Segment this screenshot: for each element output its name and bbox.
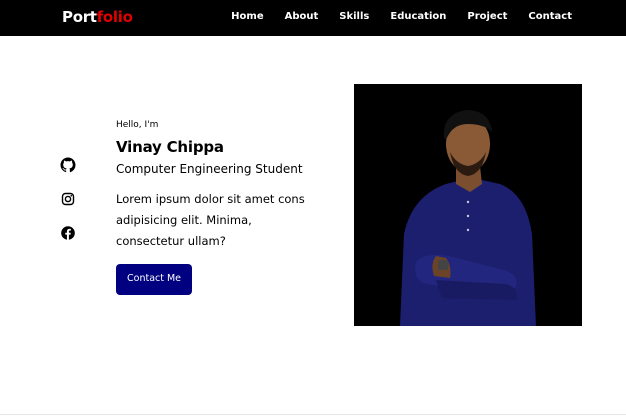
hero-intro: Hello, I'm Vinay Chippa Computer Enginee… <box>116 119 326 295</box>
contact-me-button[interactable]: Contact Me <box>116 264 193 295</box>
social-links <box>60 157 76 259</box>
nav-links: Home About Skills Education Project Cont… <box>210 10 572 24</box>
instagram-icon[interactable] <box>60 191 76 207</box>
logo-part-port: Port <box>62 8 97 26</box>
nav-contact-link[interactable]: Contact <box>528 10 572 24</box>
hero-name: Vinay Chippa <box>116 138 224 156</box>
github-icon[interactable] <box>60 157 76 173</box>
footer-divider <box>0 414 626 415</box>
logo-part-folio: folio <box>96 8 133 26</box>
logo[interactable]: Portfolio <box>62 7 133 27</box>
profile-photo-illustration <box>354 84 582 326</box>
nav-skills-link[interactable]: Skills <box>339 10 369 24</box>
nav-home-link[interactable]: Home <box>231 10 263 24</box>
nav-project-link[interactable]: Project <box>467 10 507 24</box>
hero-role: Computer Engineering Student <box>116 162 303 176</box>
facebook-icon[interactable] <box>60 225 76 241</box>
hero-description: Lorem ipsum dolor sit amet cons adipisic… <box>116 192 305 248</box>
top-navbar: Portfolio Home About Skills Education Pr… <box>0 0 626 36</box>
nav-about-link[interactable]: About <box>285 10 319 24</box>
profile-photo <box>354 84 582 326</box>
nav-education-link[interactable]: Education <box>390 10 446 24</box>
greeting-text: Hello, I'm <box>116 120 159 130</box>
